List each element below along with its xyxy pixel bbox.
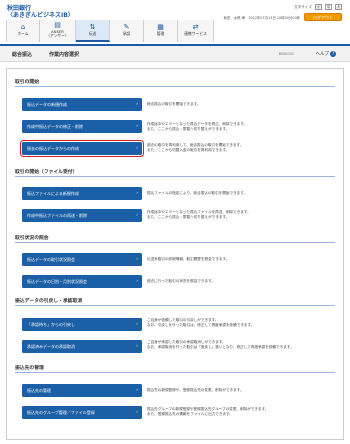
approval-icon: ✎ bbox=[123, 23, 130, 31]
nav-label-text: ANSER （アンサー） bbox=[46, 29, 69, 38]
button-label: 振込ファイルによる新規作成 bbox=[27, 191, 79, 196]
cancel-approved-data-button[interactable]: 承認済みデータの承認取消 › bbox=[22, 340, 142, 353]
home-icon: ⌂ bbox=[20, 23, 26, 31]
nav-link-service[interactable]: ⇄ 連携サービス bbox=[178, 20, 214, 42]
new-transfer-data-button[interactable]: 振込データの新規作成 › bbox=[22, 98, 142, 111]
section-title: 振込先の管理 bbox=[15, 366, 44, 371]
page-category: 総合振込 bbox=[12, 52, 33, 58]
create-from-file-button[interactable]: 振込ファイルによる新規作成 › bbox=[22, 187, 142, 200]
chevron-right-icon: › bbox=[136, 388, 138, 393]
page-title: 作業内容選択 bbox=[49, 52, 80, 58]
edit-draft-transfer-button[interactable]: 作成中振込データの修正・削除 › bbox=[22, 120, 142, 133]
admin-icon: ▦ bbox=[157, 23, 164, 31]
button-label: 振込データの新規作成 bbox=[27, 102, 67, 107]
section-title: 取引の開始（ファイル受付） bbox=[15, 170, 78, 175]
item-description: 振込先の新規登録や、登録振込先の変更、削除ができます。 bbox=[147, 388, 244, 392]
global-nav: ⌂ ホーム ▤ ANSER （アンサー） ⇅ 伝送 ✎ 承認 ▦ 管理 ⇄ 連携… bbox=[6, 20, 214, 42]
nav-label: 連携サービス bbox=[184, 31, 207, 36]
withdraw-pending-approval-button[interactable]: 「承認待ち」からの引戻し › bbox=[22, 318, 142, 331]
daily-monthly-status-inquiry-button[interactable]: 振込データの日別・月別状況照会 › bbox=[22, 275, 142, 288]
button-label: 過去の振込データからの作成 bbox=[27, 146, 79, 151]
section-divider bbox=[15, 305, 335, 306]
logo-line1: 秋田銀行 bbox=[7, 5, 32, 12]
section-divider bbox=[15, 86, 335, 87]
logo-line2: 〈あきぎんビジネスIB〉 bbox=[7, 12, 74, 19]
title-bar: 総合振込 作業内容選択 BSSK001 ヘルプ? bbox=[0, 46, 350, 62]
button-label: 作成中振込ファイルの再送・削除 bbox=[27, 213, 87, 218]
section-title: 振込データの引戻し・承認取消 bbox=[15, 299, 83, 304]
chevron-right-icon: › bbox=[136, 213, 138, 218]
anser-icon: ▤ bbox=[54, 21, 61, 29]
chevron-right-icon: › bbox=[136, 124, 138, 129]
item-description: 伝送系取引の詳細情報、取引履歴を照会できます。 bbox=[147, 257, 230, 261]
font-size-label: 文字サイズ bbox=[294, 4, 312, 9]
chevron-right-icon: › bbox=[136, 146, 138, 151]
button-label: 承認済みデータの承認取消 bbox=[27, 344, 75, 349]
nav-label: ANSER （アンサー） bbox=[40, 30, 75, 38]
logout-button[interactable]: ログアウト bbox=[304, 13, 342, 21]
section-divider bbox=[15, 176, 335, 177]
font-size-medium-button[interactable]: 中 bbox=[325, 4, 332, 10]
section-title: 取引状況の照会 bbox=[15, 236, 49, 241]
chevron-right-icon: › bbox=[136, 322, 138, 327]
header-utility: 文字サイズ 小 中 大 秋田 太郎 様 2012年07月13日 10時30分00… bbox=[224, 4, 342, 21]
nav-label: 伝送 bbox=[88, 31, 97, 36]
button-label: 作成中振込データの修正・削除 bbox=[27, 124, 83, 129]
nav-label: ホーム bbox=[17, 31, 29, 36]
help-icon: ? bbox=[330, 51, 336, 57]
item-description: ご自身が承認した取引の承認取消しができます。 なお、承認取消を行った取引は「差戻… bbox=[147, 340, 294, 349]
button-label: 振込データの日別・月別状況照会 bbox=[27, 279, 87, 284]
nav-admin[interactable]: ▦ 管理 bbox=[144, 20, 178, 42]
button-label: 振込データの取引状況照会 bbox=[27, 257, 75, 262]
user-info: 秋田 太郎 様 2012年07月13日 10時30分00秒 bbox=[223, 15, 300, 20]
nav-label: 承認 bbox=[122, 31, 131, 36]
font-size-large-button[interactable]: 大 bbox=[335, 4, 342, 10]
button-label: 振込先の管理 bbox=[27, 388, 51, 393]
section-title: 取引の開始 bbox=[15, 80, 39, 85]
nav-transfer[interactable]: ⇅ 伝送 bbox=[76, 20, 110, 42]
item-description: ご自身が依頼した取引の引戻しができます。 なお、引戻しを行った取引は、修正して再… bbox=[147, 318, 255, 327]
section-divider bbox=[15, 372, 335, 373]
link-service-icon: ⇄ bbox=[192, 23, 199, 31]
transfer-icon: ⇅ bbox=[89, 23, 96, 31]
item-description: 作成途中やエラーとなった振込ファイルを再送、削除できます。 また、ここから振込・… bbox=[147, 210, 251, 219]
chevron-right-icon: › bbox=[136, 279, 138, 284]
button-label: 振込先のグループ管理／ファイル登録 bbox=[27, 410, 95, 415]
item-description: 振込先グループの新規登録や登録振込先グループの変更、削除ができます。 また、登録… bbox=[147, 407, 269, 416]
chevron-right-icon: › bbox=[136, 191, 138, 196]
chevron-right-icon: › bbox=[136, 257, 138, 262]
button-label: 「承認待ち」からの引戻し bbox=[27, 322, 75, 327]
nav-anser[interactable]: ▤ ANSER （アンサー） bbox=[40, 20, 76, 42]
nav-home[interactable]: ⌂ ホーム bbox=[6, 20, 40, 42]
help-label: ヘルプ bbox=[315, 52, 330, 57]
resend-draft-file-button[interactable]: 作成中振込ファイルの再送・削除 › bbox=[22, 209, 142, 222]
nav-approval[interactable]: ✎ 承認 bbox=[110, 20, 144, 42]
bank-logo[interactable]: 秋田銀行 〈あきぎんビジネスIB〉 bbox=[7, 5, 74, 19]
screen-code: BSSK001 bbox=[278, 52, 294, 56]
payee-management-button[interactable]: 振込先の管理 › bbox=[22, 384, 142, 397]
transaction-status-inquiry-button[interactable]: 振込データの取引状況照会 › bbox=[22, 253, 142, 266]
item-description: 総合振込の取引を開始できます。 bbox=[147, 102, 201, 106]
payee-group-file-button[interactable]: 振込先のグループ管理／ファイル登録 › bbox=[22, 406, 142, 419]
item-description: 作成途中やエラーとなった振込データを修正、削除できます。 また、ここから振込・振… bbox=[147, 122, 248, 131]
header: 秋田銀行 〈あきぎんビジネスIB〉 文字サイズ 小 中 大 秋田 太郎 様 20… bbox=[0, 0, 350, 46]
chevron-right-icon: › bbox=[136, 410, 138, 415]
help-link[interactable]: ヘルプ? bbox=[315, 51, 336, 57]
item-description: 過去に行った取引の状況を照会できます。 bbox=[147, 279, 215, 283]
chevron-right-icon: › bbox=[136, 344, 138, 349]
section-divider bbox=[15, 242, 335, 243]
nav-label: 管理 bbox=[156, 31, 165, 36]
main-panel: 取引の開始 振込データの新規作成 › 総合振込の取引を開始できます。 作成中振込デ… bbox=[6, 68, 344, 440]
font-size-small-button[interactable]: 小 bbox=[315, 4, 322, 10]
chevron-right-icon: › bbox=[136, 102, 138, 107]
item-description: 振込ファイルの指定により、総合振込の取引を開始できます。 bbox=[147, 191, 248, 195]
item-description: 過去の取引を再利用して、総合振込の取引を開始できます。 また、ここから切替入金の… bbox=[147, 143, 244, 152]
create-from-past-data-button[interactable]: 過去の振込データからの作成 › bbox=[19, 139, 145, 158]
